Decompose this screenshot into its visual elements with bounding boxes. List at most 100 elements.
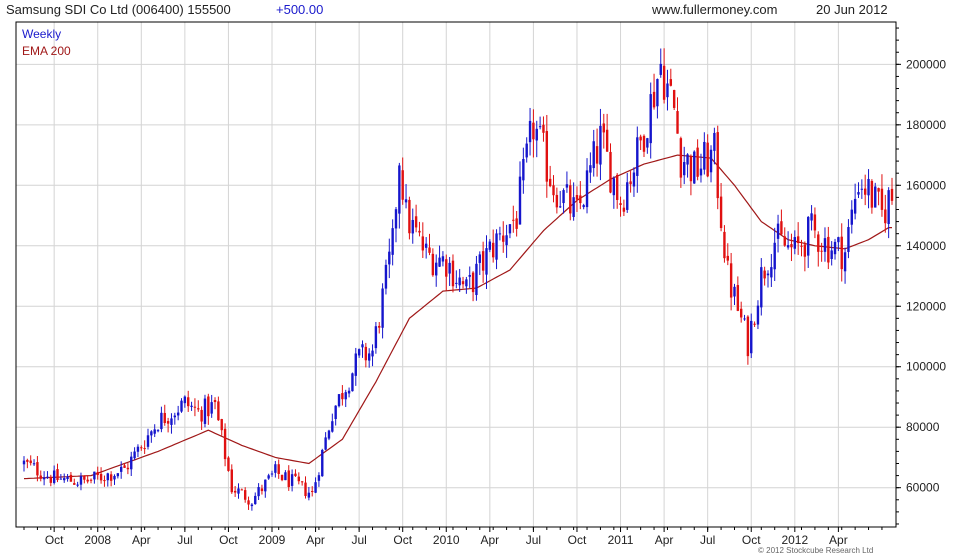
weekly-candle [518, 161, 522, 225]
weekly-candle [334, 405, 337, 426]
weekly-candle [807, 215, 810, 268]
weekly-candle [559, 190, 562, 208]
weekly-candle [435, 254, 438, 287]
weekly-candle [817, 231, 820, 267]
x-axis: Oct 2008 Apr Jul Oct 2009 Apr Jul Oct 2010 Apr Jul O… [23, 527, 883, 547]
weekly-candle [411, 208, 414, 244]
weekly-candle [183, 395, 187, 408]
weekly-candle [264, 479, 267, 498]
weekly-candle [850, 200, 853, 234]
weekly-candle [572, 182, 575, 221]
weekly-candle [418, 221, 421, 237]
weekly-candle [612, 176, 616, 209]
weekly-candle [461, 276, 465, 289]
weekly-candle [69, 472, 73, 482]
weekly-candle [840, 223, 843, 282]
weekly-candle [230, 464, 233, 494]
weekly-candle [672, 89, 676, 110]
weekly-candle [49, 474, 53, 487]
weekly-candle [448, 256, 451, 286]
x-tick-label: Oct [393, 533, 412, 547]
weekly-candle [669, 68, 673, 87]
weekly-candle [277, 459, 280, 479]
weekly-candle [424, 237, 428, 259]
weekly-candle [847, 219, 850, 259]
weekly-candle [498, 226, 502, 241]
weekly-candle [89, 478, 93, 484]
weekly-candle [371, 344, 374, 367]
weekly-candle [126, 463, 130, 475]
weekly-candle [307, 486, 311, 501]
weekly-candle [200, 406, 203, 430]
weekly-candle [833, 238, 837, 260]
weekly-candle [237, 483, 240, 499]
weekly-candle [793, 230, 797, 255]
weekly-candle [63, 473, 66, 483]
weekly-candle [465, 276, 468, 294]
weekly-candle [880, 174, 884, 217]
x-tick-label: Apr [132, 533, 151, 547]
weekly-candle [103, 475, 106, 487]
weekly-candle [552, 175, 555, 203]
weekly-candle [857, 182, 860, 199]
weekly-candle [626, 172, 629, 213]
weekly-candle [609, 143, 612, 194]
weekly-candle [585, 158, 589, 214]
price-change: +500.00 [276, 2, 323, 17]
website-label: www.fullermoney.com [651, 2, 777, 17]
weekly-candle [716, 125, 719, 210]
weekly-candle [176, 405, 180, 421]
weekly-candle [830, 241, 833, 266]
weekly-candle [247, 496, 250, 510]
weekly-candle [746, 315, 750, 365]
weekly-candle [364, 342, 368, 368]
weekly-candle [344, 389, 347, 407]
weekly-candle [207, 393, 210, 425]
weekly-candle [458, 268, 461, 293]
weekly-candle [863, 174, 867, 206]
weekly-candle [250, 503, 254, 511]
weekly-candle [502, 221, 505, 253]
x-tick-label: Apr [480, 533, 499, 547]
weekly-candle [676, 97, 679, 134]
weekly-candle [629, 171, 632, 193]
weekly-candle [156, 429, 160, 433]
weekly-candle [39, 470, 42, 482]
weekly-candle [254, 492, 257, 505]
weekly-candle [160, 406, 163, 433]
weekly-candle [428, 233, 431, 256]
weekly-candle [227, 456, 230, 472]
weekly-candle [26, 458, 29, 469]
weekly-candle [136, 444, 140, 458]
weekly-candle [267, 473, 270, 480]
y-tick-label: 100000 [906, 360, 946, 374]
weekly-candle [384, 259, 388, 295]
weekly-candle [656, 78, 659, 119]
weekly-candle [294, 469, 297, 477]
weekly-candle [776, 214, 780, 253]
x-tick-label: Oct [219, 533, 238, 547]
x-tick-label: Jul [177, 533, 192, 547]
weekly-candle [150, 430, 153, 443]
weekly-candle [351, 372, 354, 392]
x-tick-label: Apr [655, 533, 674, 547]
weekly-candle [317, 472, 321, 487]
weekly-candle [646, 137, 649, 154]
weekly-candle [622, 199, 626, 217]
weekly-candle [83, 475, 86, 484]
x-tick-label: Oct [742, 533, 761, 547]
weekly-candle [404, 184, 408, 209]
y-tick-label: 180000 [906, 118, 946, 132]
weekly-candle [213, 397, 217, 410]
weekly-candle [438, 245, 441, 267]
weekly-candle [666, 69, 669, 111]
weekly-candle [823, 227, 827, 262]
weekly-candle [538, 116, 542, 130]
weekly-candle [274, 460, 277, 478]
weekly-candle [592, 129, 595, 177]
weekly-candle [193, 398, 197, 417]
weekly-candle [532, 109, 535, 158]
weekly-candle [589, 152, 592, 183]
weekly-candle [361, 340, 364, 358]
weekly-candle [605, 113, 609, 152]
